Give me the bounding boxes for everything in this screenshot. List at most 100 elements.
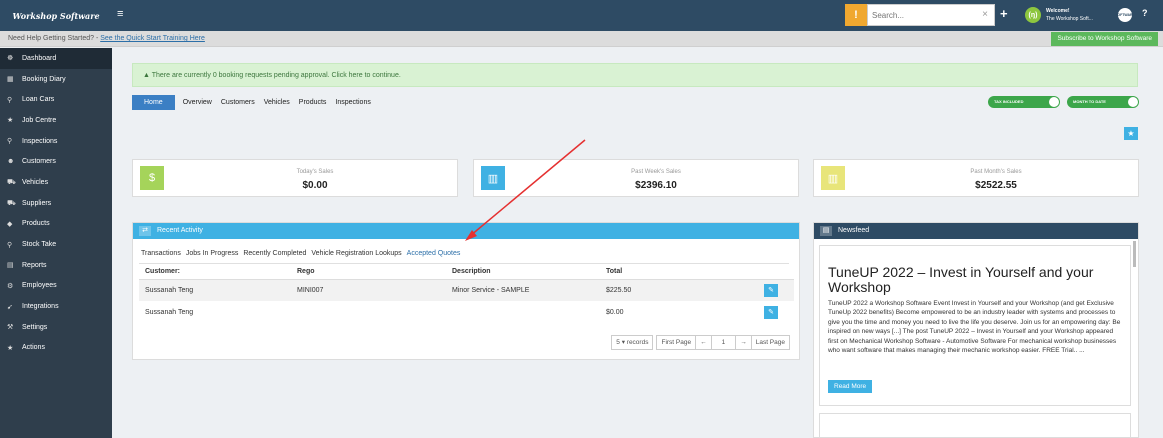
subscribe-button[interactable]: Subscribe to Workshop Software xyxy=(1051,32,1158,46)
cell-total: $0.00 xyxy=(606,308,624,316)
welcome-title: Welcome! xyxy=(1046,8,1070,14)
quick-start-link[interactable]: See the Quick Start Training Here xyxy=(100,35,205,42)
welcome-text[interactable]: Welcome! The Workshop Soft... xyxy=(1046,7,1093,23)
dollar-icon: $ xyxy=(140,166,164,190)
scrollbar[interactable] xyxy=(1133,241,1136,267)
add-icon[interactable]: + xyxy=(1000,7,1008,21)
table-row[interactable]: Sussanah Teng MINI007 Minor Service - SA… xyxy=(139,279,794,301)
cell-actions: ✎ xyxy=(758,279,794,301)
sidebar-item-integrations[interactable]: ➹ Integrations xyxy=(0,296,112,317)
top-navbar: Workshop Software ≡ ! × + (ŋ) Welcome! T… xyxy=(0,0,1163,31)
tab-customers[interactable]: Customers xyxy=(221,99,255,106)
current-page-button[interactable]: 1 xyxy=(710,335,737,350)
menu-icon[interactable]: ≡ xyxy=(117,9,123,20)
chart-icon: ▥ xyxy=(481,166,505,190)
sidebar-item-label: Booking Diary xyxy=(22,75,66,83)
sidebar-item-inspections[interactable]: ⚲ Inspections xyxy=(0,131,112,152)
sidebar-item-loan-cars[interactable]: ⚲ Loan Cars xyxy=(0,89,112,110)
dashboard-tabs: Home Overview Customers Vehicles Product… xyxy=(132,95,380,110)
sidebar-item-customers[interactable]: ☻ Customers xyxy=(0,151,112,172)
sidebar: ☸ Dashboard ▦ Booking Diary ⚲ Loan Cars ★ Job C… xyxy=(0,48,112,438)
sidebar-item-actions[interactable]: ★ Actions xyxy=(0,338,112,359)
warning-icon[interactable]: ! xyxy=(845,4,867,26)
sidebar-item-label: Stock Take xyxy=(22,241,57,249)
table-row[interactable]: Sussanah Teng $0.00 ✎ xyxy=(139,301,794,323)
search-icon: ⚲ xyxy=(7,241,13,249)
sidebar-item-suppliers[interactable]: ⛟ Suppliers xyxy=(0,193,112,214)
month-to-date-label: MONTH TO DATE xyxy=(1073,99,1106,104)
alert-text: There are currently 0 booking requests p… xyxy=(151,72,401,79)
divider xyxy=(139,263,789,264)
sidebar-item-products[interactable]: ◆ Products xyxy=(0,214,112,235)
tab-vehicles[interactable]: Vehicles xyxy=(264,99,290,106)
search-box: × xyxy=(867,4,995,26)
sidebar-item-vehicles[interactable]: ⛟ Vehicles xyxy=(0,172,112,193)
stat-label: Past Week's Sales xyxy=(631,169,681,175)
booking-alert[interactable]: ▲ There are currently 0 booking requests… xyxy=(132,63,1138,87)
stat-today-sales: $ Today's Sales $0.00 xyxy=(132,159,458,197)
cell-customer: Sussanah Teng xyxy=(145,308,194,316)
sidebar-item-label: Actions xyxy=(22,344,45,352)
sidebar-item-label: Reports xyxy=(22,261,47,269)
sidebar-item-settings[interactable]: ⚒ Settings xyxy=(0,317,112,338)
tab-products[interactable]: Products xyxy=(299,99,327,106)
sidebar-item-label: Inspections xyxy=(22,137,58,145)
help-bar: Need Help Getting Started? - See the Qui… xyxy=(0,31,1163,47)
sidebar-item-employees[interactable]: ⚙ Employees xyxy=(0,276,112,297)
last-page-button[interactable]: Last Page xyxy=(750,335,790,350)
user-logo-icon[interactable]: (ŋ) xyxy=(1025,7,1041,23)
tab-overview[interactable]: Overview xyxy=(183,99,212,106)
month-to-date-toggle[interactable]: MONTH TO DATE xyxy=(1067,96,1139,108)
first-page-button[interactable]: First Page xyxy=(656,335,697,350)
sidebar-item-label: Job Centre xyxy=(22,116,57,124)
favourite-star-icon[interactable]: ★ xyxy=(1124,127,1138,140)
tab-vehicle-registration-lookups[interactable]: Vehicle Registration Lookups xyxy=(311,250,401,257)
column-header-actions xyxy=(758,265,794,280)
tax-included-label: TAX INCLUDED xyxy=(994,99,1024,104)
activity-tabs: Transactions Jobs In Progress Recently C… xyxy=(141,250,465,257)
car-icon: ⛟ xyxy=(7,178,16,186)
sidebar-item-label: Vehicles xyxy=(22,178,49,186)
stat-week-sales: ▥ Past Week's Sales $2396.10 xyxy=(473,159,799,197)
cell-description xyxy=(446,301,600,323)
panel-header: ⇄ Recent Activity xyxy=(133,223,799,239)
tax-included-toggle[interactable]: TAX INCLUDED xyxy=(988,96,1060,108)
search-input[interactable] xyxy=(868,5,968,25)
sidebar-item-dashboard[interactable]: ☸ Dashboard xyxy=(0,48,112,69)
sidebar-item-stock-take[interactable]: ⚲ Stock Take xyxy=(0,234,112,255)
records-per-page-select[interactable]: 5 ▾ records xyxy=(611,335,654,350)
news-headline[interactable]: TuneUP 2022 – Invest in Yourself and you… xyxy=(828,265,1118,295)
next-page-button[interactable]: → xyxy=(735,335,752,350)
recent-activity-panel: ⇄ Recent Activity Transactions Jobs In P… xyxy=(132,222,800,360)
brand-logo[interactable]: Workshop Software xyxy=(0,0,112,31)
clear-icon[interactable]: × xyxy=(982,9,988,20)
edit-pencil-icon[interactable]: ✎ xyxy=(764,305,778,319)
sidebar-item-label: Suppliers xyxy=(22,199,52,207)
chart-icon: ▤ xyxy=(7,262,14,270)
tab-home[interactable]: Home xyxy=(132,95,175,110)
tab-transactions[interactable]: Transactions xyxy=(141,250,181,257)
prev-page-button[interactable]: ← xyxy=(695,335,712,350)
read-more-button[interactable]: Read More xyxy=(828,380,873,393)
cell-rego xyxy=(291,301,446,323)
gears-icon: ⚙ xyxy=(7,282,14,290)
sidebar-item-reports[interactable]: ▤ Reports xyxy=(0,255,112,276)
help-icon[interactable]: ? xyxy=(1142,8,1148,18)
cell-description: Minor Service - SAMPLE xyxy=(446,279,600,301)
tab-jobs-in-progress[interactable]: Jobs In Progress xyxy=(186,250,239,257)
avatar[interactable]: SOFTWARE xyxy=(1115,8,1135,22)
sidebar-item-label: Customers xyxy=(22,158,56,166)
records-count: 5 xyxy=(616,339,620,346)
toggle-knob xyxy=(1128,97,1138,107)
tab-inspections[interactable]: Inspections xyxy=(335,99,370,106)
pagination: 5 ▾ records First Page ← 1 → Last Page xyxy=(611,335,790,350)
activity-table: Customer: Rego Description Total Sussana… xyxy=(139,265,794,323)
tab-recently-completed[interactable]: Recently Completed xyxy=(243,250,306,257)
table-header-row: Customer: Rego Description Total xyxy=(139,265,794,280)
edit-pencil-icon[interactable]: ✎ xyxy=(764,283,778,297)
sidebar-item-booking-diary[interactable]: ▦ Booking Diary xyxy=(0,69,112,90)
tab-accepted-quotes[interactable]: Accepted Quotes xyxy=(407,250,461,257)
dashboard-icon: ☸ xyxy=(7,55,14,63)
sidebar-item-job-centre[interactable]: ★ Job Centre xyxy=(0,110,112,131)
newspaper-icon: ▤ xyxy=(820,226,832,236)
